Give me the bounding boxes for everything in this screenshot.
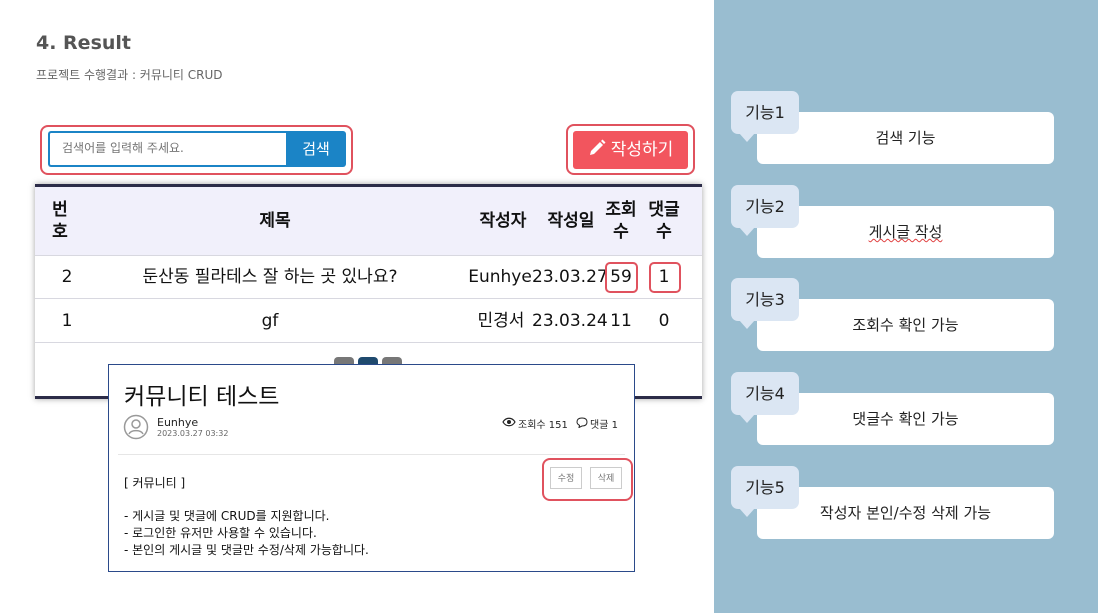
row-divider [35, 342, 702, 343]
row1-date: 23.03.27 [532, 267, 608, 287]
post-body-line: - 본인의 게시글 및 댓글만 수정/삭제 가능합니다. [124, 543, 369, 557]
row2-views: 11 [610, 311, 632, 331]
col-comments-line2: 수 [656, 222, 672, 242]
post-comments: 댓글 1 [590, 420, 618, 431]
page-title: 4. Result [36, 32, 131, 54]
post-date: 2023.03.27 03:32 [157, 429, 229, 438]
views-highlight [605, 262, 638, 293]
feature-2-tag-label: 기능2 [745, 197, 785, 216]
post-body-line: - 게시글 및 댓글에 CRUD를 지원합니다. [124, 509, 330, 523]
feature-3-desc: 조회수 확인 가능 [852, 316, 959, 334]
edit-delete-highlight [542, 458, 633, 501]
feature-5-desc: 작성자 본인/수정 삭제 가능 [819, 504, 992, 522]
feature-4-box: 댓글수 확인 가능 [757, 393, 1054, 445]
row1-no: 2 [61, 267, 73, 287]
col-no-line1: 번 [52, 200, 68, 220]
comments-highlight [649, 262, 681, 293]
col-no: 번 호 [45, 199, 75, 243]
feature-1-tag-label: 기능1 [745, 103, 785, 122]
feature-1-box: 검색 기능 [757, 112, 1054, 164]
row2-title[interactable]: gf [110, 310, 430, 332]
feature-5-box: 작성자 본인/수정 삭제 가능 [757, 487, 1054, 539]
feature-3-box: 조회수 확인 가능 [757, 299, 1054, 351]
row2-date: 23.03.24 [532, 311, 608, 331]
col-author: 작성자 [479, 211, 527, 231]
col-comments-line1: 댓글 [648, 200, 680, 220]
col-date: 작성일 [547, 211, 595, 231]
feature-5-tag-label: 기능5 [745, 478, 785, 497]
feature-4-desc: 댓글수 확인 가능 [852, 410, 959, 428]
eye-icon [502, 417, 516, 427]
col-views-line1: 조회 [605, 200, 637, 220]
col-comments: 댓글 수 [644, 199, 684, 243]
feature-3-tag-label: 기능3 [745, 290, 785, 309]
feature-4-tag: 기능4 [731, 372, 799, 423]
divider [118, 454, 625, 455]
col-views-line2: 수 [613, 222, 629, 242]
row2-no: 1 [61, 311, 73, 331]
row2-author: 민경서 [477, 311, 525, 331]
post-title: 커뮤니티 테스트 [124, 384, 280, 410]
feature-2-tag: 기능2 [731, 185, 799, 236]
row2-comments: 0 [658, 311, 670, 331]
feature-5-tag: 기능5 [731, 466, 799, 517]
post-author: Eunhye [157, 416, 199, 429]
post-body-line: - 로그인한 유저만 사용할 수 있습니다. [124, 526, 317, 540]
row1-author: Eunhye [468, 267, 532, 287]
feature-3-tag: 기능3 [731, 278, 799, 329]
feature-2-desc: 게시글 작성 [868, 223, 943, 241]
col-views: 조회 수 [601, 199, 641, 243]
feature-1-tag: 기능1 [731, 91, 799, 142]
write-highlight [566, 124, 695, 175]
page-subtitle: 프로젝트 수행결과 : 커뮤니티 CRUD [36, 68, 223, 82]
avatar-icon [123, 414, 149, 440]
comment-icon [576, 417, 588, 428]
post-views: 조회수 151 [518, 420, 568, 431]
col-title: 제목 [259, 211, 291, 231]
post-category: [ 커뮤니티 ] [124, 476, 186, 490]
row1-title[interactable]: 둔산동 필라테스 잘 하는 곳 있나요? [110, 266, 430, 288]
col-no-line2: 호 [52, 222, 68, 242]
feature-2-box: 게시글 작성 [757, 206, 1054, 258]
feature-4-tag-label: 기능4 [745, 384, 785, 403]
search-highlight [40, 125, 353, 175]
row-divider [35, 298, 702, 299]
feature-1-desc: 검색 기능 [875, 129, 936, 147]
